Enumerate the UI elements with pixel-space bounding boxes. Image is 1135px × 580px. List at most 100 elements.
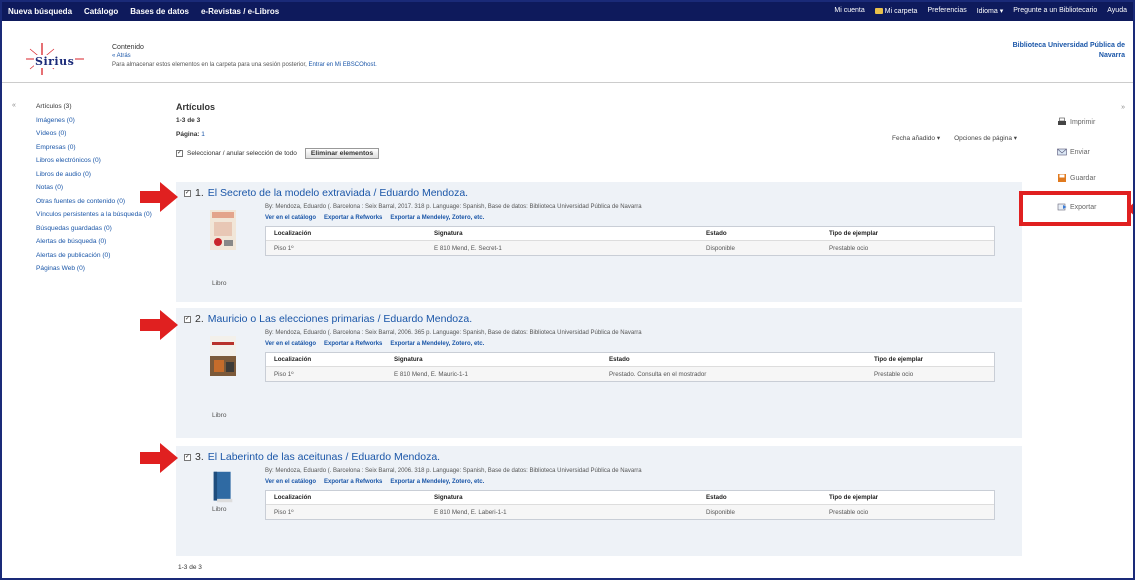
sidebar-item-videos[interactable]: Vídeos (0) [36, 130, 156, 138]
cell-item-type: Prestable ocio [829, 508, 869, 516]
cell-call-number: E 810 Mend, E. Secret-1 [434, 244, 502, 252]
email-action[interactable]: Enviar [1057, 147, 1090, 157]
result-number: 1. [195, 187, 204, 199]
result-number: 2. [195, 313, 204, 325]
result-links: Ver en el catálogo Exportar a Refworks E… [265, 341, 484, 347]
result-byline: By: Mendoza, Eduardo (. Barcelona : Seix… [265, 468, 642, 474]
export-mendeley-link[interactable]: Exportar a Mendeley, Zotero, etc. [390, 479, 484, 485]
sidebar-item-web-pages[interactable]: Páginas Web (0) [36, 265, 156, 273]
export-highlight-box [1019, 191, 1131, 226]
nav-new-search[interactable]: Nueva búsqueda [8, 7, 72, 16]
footer-count: 1-3 de 3 [178, 564, 202, 571]
page-options-dropdown[interactable]: Opciones de página ▾ [954, 134, 1017, 142]
item-type-label: Libro [212, 412, 227, 419]
top-nav-right: Mi cuenta Mi carpeta Preferencias Idioma… [834, 7, 1127, 15]
page-options: Fecha añadido ▾ Opciones de página ▾ [892, 134, 1017, 142]
table-header-row: Localización Signatura Estado Tipo de ej… [266, 353, 994, 367]
table-row: Piso 1º E 810 Mend, E. Mauric-1-1 Presta… [266, 367, 994, 381]
view-catalog-link[interactable]: Ver en el catálogo [265, 341, 316, 347]
library-name[interactable]: Biblioteca Universidad Pública de Navarr… [995, 41, 1125, 61]
nav-catalog[interactable]: Catálogo [84, 7, 118, 16]
sidebar-item-audiobooks[interactable]: Libros de audio (0) [36, 171, 156, 179]
sidebar-item-images[interactable]: Imágenes (0) [36, 117, 156, 125]
result-checkbox[interactable]: ✓ [184, 453, 191, 461]
col-status: Estado [609, 356, 630, 363]
col-location: Localización [274, 356, 312, 363]
book-cover-image[interactable] [210, 210, 236, 250]
sidebar-item-publication-alerts[interactable]: Alertas de publicación (0) [36, 252, 156, 260]
col-status: Estado [706, 494, 727, 501]
select-all-checkbox[interactable]: ✓ [176, 150, 183, 157]
nav-my-folder-label: Mi carpeta [884, 7, 918, 15]
red-arrow-right-icon [140, 182, 178, 212]
col-call-number: Signatura [394, 356, 423, 363]
email-label: Enviar [1070, 148, 1090, 156]
sirius-logo[interactable]: Sirius [24, 39, 86, 79]
view-catalog-link[interactable]: Ver en el catálogo [265, 215, 316, 221]
top-navigation-bar: Nueva búsqueda Catálogo Bases de datos e… [2, 2, 1133, 21]
sidebar-item-companies[interactable]: Empresas (0) [36, 144, 156, 152]
result-title-link[interactable]: El Secreto de la modelo extraviada / Edu… [208, 187, 468, 199]
export-mendeley-link[interactable]: Exportar a Mendeley, Zotero, etc. [390, 215, 484, 221]
export-refworks-link[interactable]: Exportar a Refworks [324, 479, 382, 485]
col-item-type: Tipo de ejemplar [829, 230, 879, 237]
page-frame: Nueva búsqueda Catálogo Bases de datos e… [0, 0, 1135, 580]
printer-icon [1058, 117, 1066, 125]
result-title-link[interactable]: Mauricio o Las elecciones primarias / Ed… [208, 313, 472, 325]
logo-text: Sirius [34, 55, 76, 68]
sign-in-link[interactable]: Entrar en Mi EBSCOhost. [308, 62, 376, 68]
book-cover-image[interactable] [210, 334, 236, 378]
sidebar-item-saved-searches[interactable]: Búsquedas guardadas (0) [36, 225, 156, 233]
view-catalog-link[interactable]: Ver en el catálogo [265, 479, 316, 485]
back-link[interactable]: « Atrás [112, 53, 131, 59]
cell-item-type: Prestable ocio [874, 370, 914, 378]
sidebar-item-persistent-links[interactable]: Vínculos persistentes a la búsqueda (0) [36, 211, 156, 219]
result-checkbox[interactable]: ✓ [184, 189, 191, 197]
result-checkbox[interactable]: ✓ [184, 315, 191, 323]
result-byline: By: Mendoza, Eduardo (. Barcelona : Seix… [265, 204, 642, 210]
cell-status: Disponible [706, 244, 735, 252]
book-icon[interactable] [212, 470, 234, 504]
nav-ejournals[interactable]: e-Revistas / e-Libros [201, 7, 279, 16]
holdings-table: Localización Signatura Estado Tipo de ej… [265, 226, 995, 256]
export-refworks-link[interactable]: Exportar a Refworks [324, 341, 382, 347]
collapse-left-icon[interactable]: « [12, 102, 16, 109]
collapse-right-icon[interactable]: » [1121, 104, 1125, 111]
nav-help[interactable]: Ayuda [1107, 7, 1127, 15]
nav-ask-librarian[interactable]: Pregunte a un Bibliotecario [1013, 7, 1097, 15]
save-action[interactable]: Guardar [1057, 173, 1096, 183]
main-content: Artículos 1-3 de 3 Página: 1 Fecha añadi… [176, 102, 1022, 159]
header: Sirius Contenido « Atrás Para almacenar … [2, 21, 1133, 83]
nav-databases[interactable]: Bases de datos [130, 7, 189, 16]
cell-location: Piso 1º [274, 244, 294, 252]
col-item-type: Tipo de ejemplar [829, 494, 879, 501]
print-action[interactable]: Imprimir [1057, 117, 1095, 127]
print-label: Imprimir [1070, 118, 1096, 126]
save-icon [1058, 174, 1066, 182]
sidebar-item-notes[interactable]: Notas (0) [36, 184, 156, 192]
page-number[interactable]: 1 [201, 131, 205, 138]
sort-dropdown[interactable]: Fecha añadido ▾ [892, 134, 940, 142]
sidebar-item-other-sources[interactable]: Otras fuentes de contenido (0) [36, 198, 156, 206]
col-call-number: Signatura [434, 230, 463, 237]
nav-preferences[interactable]: Preferencias [927, 7, 966, 15]
result-title-link[interactable]: El Laberinto de las aceitunas / Eduardo … [208, 451, 440, 463]
sidebar-item-articles[interactable]: Artículos (3) [36, 103, 156, 111]
nav-my-account[interactable]: Mi cuenta [834, 7, 864, 15]
sidebar-item-ebooks[interactable]: Libros electrónicos (0) [36, 157, 156, 165]
holdings-table: Localización Signatura Estado Tipo de ej… [265, 490, 995, 520]
nav-my-folder[interactable]: Mi carpeta [874, 7, 918, 15]
cell-status: Disponible [706, 508, 735, 516]
sidebar-item-search-alerts[interactable]: Alertas de búsqueda (0) [36, 238, 156, 246]
item-type-label: Libro [212, 280, 227, 287]
red-arrow-right-icon [140, 443, 178, 473]
folder-icon [874, 8, 883, 14]
export-refworks-link[interactable]: Exportar a Refworks [324, 215, 382, 221]
export-mendeley-link[interactable]: Exportar a Mendeley, Zotero, etc. [390, 341, 484, 347]
nav-language[interactable]: Idioma ▾ [977, 7, 1003, 15]
item-type-label: Libro [212, 506, 227, 513]
delete-items-button[interactable]: Eliminar elementos [304, 148, 380, 159]
result-number: 3. [195, 451, 204, 463]
result-item-2: ✓ 2. Mauricio o Las elecciones primarias… [176, 308, 1022, 438]
col-status: Estado [706, 230, 727, 237]
